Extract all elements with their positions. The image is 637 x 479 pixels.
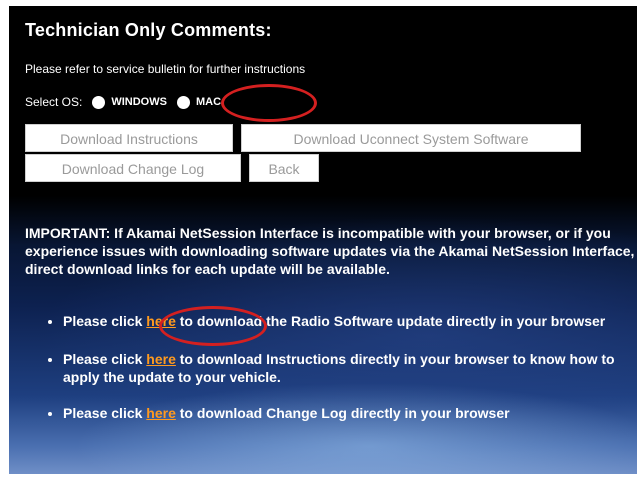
here-annotation-circle <box>159 306 267 346</box>
important-notice: IMPORTANT: If Akamai NetSession Interfac… <box>25 225 635 277</box>
download-instructions-button[interactable]: Download Instructions <box>25 124 233 152</box>
mac-annotation-circle <box>221 84 317 122</box>
download-links-list: Please click here to download the Radio … <box>39 312 637 440</box>
bullet-text-pre: Please click <box>63 351 147 367</box>
bullet-text-pre: Please click <box>63 405 147 421</box>
content-panel: Technician Only Comments: Please refer t… <box>9 6 637 474</box>
list-item: Please click here to download Instructio… <box>63 350 637 386</box>
service-bulletin-note: Please refer to service bulletin for fur… <box>25 62 306 76</box>
changelog-here-link[interactable]: here <box>146 405 176 421</box>
page-title: Technician Only Comments: <box>25 20 272 40</box>
os-selector: Select OS: WINDOWS MAC <box>25 92 221 112</box>
list-item: Please click here to download Change Log… <box>63 404 637 422</box>
download-changelog-button[interactable]: Download Change Log <box>25 154 241 182</box>
bullet-text-post: to download Change Log directly in your … <box>175 405 510 421</box>
back-button[interactable]: Back <box>249 154 319 182</box>
windows-option-label: WINDOWS <box>111 96 167 108</box>
select-os-label: Select OS: <box>25 95 83 109</box>
list-item: Please click here to download the Radio … <box>63 312 637 330</box>
mac-option-label: MAC <box>195 96 222 108</box>
bullet-text-pre: Please click <box>63 313 147 329</box>
download-software-button[interactable]: Download Uconnect System Software <box>241 124 581 152</box>
mac-radio[interactable] <box>176 95 190 109</box>
instructions-here-link[interactable]: here <box>146 351 176 367</box>
windows-radio[interactable] <box>92 95 106 109</box>
